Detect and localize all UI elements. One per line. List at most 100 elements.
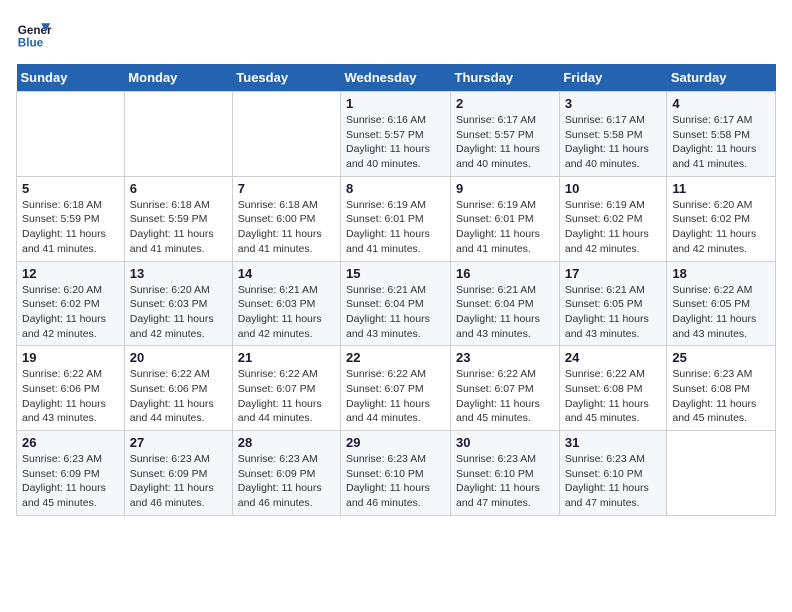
header-tuesday: Tuesday bbox=[232, 64, 340, 92]
day-number: 13 bbox=[130, 266, 227, 281]
day-info: Sunrise: 6:21 AM Sunset: 6:04 PM Dayligh… bbox=[346, 283, 445, 342]
day-number: 24 bbox=[565, 350, 662, 365]
day-info: Sunrise: 6:21 AM Sunset: 6:03 PM Dayligh… bbox=[238, 283, 335, 342]
day-number: 8 bbox=[346, 181, 445, 196]
calendar-cell: 27Sunrise: 6:23 AM Sunset: 6:09 PM Dayli… bbox=[124, 431, 232, 516]
calendar-cell bbox=[232, 92, 340, 177]
calendar-cell: 11 Sunrise: 6:20 AM Sunset: 6:02 PM Dayli… bbox=[667, 176, 776, 261]
calendar-cell: 14 Sunrise: 6:21 AM Sunset: 6:03 PM Dayli… bbox=[232, 261, 340, 346]
calendar-cell: 2 Sunrise: 6:17 AM Sunset: 5:57 PM Daylig… bbox=[451, 92, 560, 177]
day-number: 22 bbox=[346, 350, 445, 365]
day-number: 15 bbox=[346, 266, 445, 281]
day-info: Sunrise: 6:23 AM Sunset: 6:10 PM Dayligh… bbox=[565, 452, 662, 511]
day-info: Sunrise: 6:18 AM Sunset: 5:59 PM Dayligh… bbox=[22, 198, 119, 257]
day-number: 18 bbox=[672, 266, 770, 281]
day-number: 1 bbox=[346, 96, 445, 111]
week-row-4: 19 Sunrise: 6:22 AM Sunset: 6:06 PM Dayli… bbox=[17, 346, 776, 431]
day-number: 23 bbox=[456, 350, 554, 365]
day-number: 17 bbox=[565, 266, 662, 281]
header-wednesday: Wednesday bbox=[341, 64, 451, 92]
day-info: Sunrise: 6:17 AM Sunset: 5:58 PM Dayligh… bbox=[565, 113, 662, 172]
calendar-cell bbox=[124, 92, 232, 177]
day-number: 14 bbox=[238, 266, 335, 281]
header-saturday: Saturday bbox=[667, 64, 776, 92]
day-info: Sunrise: 6:22 AM Sunset: 6:06 PM Dayligh… bbox=[130, 367, 227, 426]
svg-text:Blue: Blue bbox=[18, 37, 44, 50]
calendar-header-row: SundayMondayTuesdayWednesdayThursdayFrid… bbox=[17, 64, 776, 92]
header-friday: Friday bbox=[559, 64, 667, 92]
day-number: 9 bbox=[456, 181, 554, 196]
day-info: Sunrise: 6:23 AM Sunset: 6:10 PM Dayligh… bbox=[346, 452, 445, 511]
day-info: Sunrise: 6:16 AM Sunset: 5:57 PM Dayligh… bbox=[346, 113, 445, 172]
day-number: 26 bbox=[22, 435, 119, 450]
day-info: Sunrise: 6:23 AM Sunset: 6:10 PM Dayligh… bbox=[456, 452, 554, 511]
calendar-cell: 3 Sunrise: 6:17 AM Sunset: 5:58 PM Daylig… bbox=[559, 92, 667, 177]
calendar-cell: 5Sunrise: 6:18 AM Sunset: 5:59 PM Daylig… bbox=[17, 176, 125, 261]
day-info: Sunrise: 6:22 AM Sunset: 6:08 PM Dayligh… bbox=[565, 367, 662, 426]
day-info: Sunrise: 6:17 AM Sunset: 5:58 PM Dayligh… bbox=[672, 113, 770, 172]
calendar-cell bbox=[17, 92, 125, 177]
day-number: 2 bbox=[456, 96, 554, 111]
calendar-cell: 17Sunrise: 6:21 AM Sunset: 6:05 PM Dayli… bbox=[559, 261, 667, 346]
calendar-cell: 25 Sunrise: 6:23 AM Sunset: 6:08 PM Dayli… bbox=[667, 346, 776, 431]
day-number: 31 bbox=[565, 435, 662, 450]
calendar-cell: 24 Sunrise: 6:22 AM Sunset: 6:08 PM Dayli… bbox=[559, 346, 667, 431]
logo-icon: General Blue bbox=[16, 16, 52, 52]
calendar-cell: 20 Sunrise: 6:22 AM Sunset: 6:06 PM Dayli… bbox=[124, 346, 232, 431]
calendar-cell: 31 Sunrise: 6:23 AM Sunset: 6:10 PM Dayli… bbox=[559, 431, 667, 516]
calendar-cell: 4 Sunrise: 6:17 AM Sunset: 5:58 PM Daylig… bbox=[667, 92, 776, 177]
day-info: Sunrise: 6:23 AM Sunset: 6:09 PM Dayligh… bbox=[22, 452, 119, 511]
calendar-cell: 18Sunrise: 6:22 AM Sunset: 6:05 PM Dayli… bbox=[667, 261, 776, 346]
calendar-cell: 7 Sunrise: 6:18 AM Sunset: 6:00 PM Daylig… bbox=[232, 176, 340, 261]
day-number: 21 bbox=[238, 350, 335, 365]
day-number: 19 bbox=[22, 350, 119, 365]
calendar-cell: 15 Sunrise: 6:21 AM Sunset: 6:04 PM Dayli… bbox=[341, 261, 451, 346]
day-info: Sunrise: 6:20 AM Sunset: 6:02 PM Dayligh… bbox=[672, 198, 770, 257]
day-number: 6 bbox=[130, 181, 227, 196]
calendar-cell: 28 Sunrise: 6:23 AM Sunset: 6:09 PM Dayli… bbox=[232, 431, 340, 516]
header-monday: Monday bbox=[124, 64, 232, 92]
calendar-cell: 29 Sunrise: 6:23 AM Sunset: 6:10 PM Dayli… bbox=[341, 431, 451, 516]
day-number: 25 bbox=[672, 350, 770, 365]
week-row-5: 26 Sunrise: 6:23 AM Sunset: 6:09 PM Dayli… bbox=[17, 431, 776, 516]
day-number: 16 bbox=[456, 266, 554, 281]
calendar-cell: 21 Sunrise: 6:22 AM Sunset: 6:07 PM Dayli… bbox=[232, 346, 340, 431]
day-number: 3 bbox=[565, 96, 662, 111]
header-sunday: Sunday bbox=[17, 64, 125, 92]
day-number: 20 bbox=[130, 350, 227, 365]
calendar-cell: 8 Sunrise: 6:19 AM Sunset: 6:01 PM Daylig… bbox=[341, 176, 451, 261]
calendar-cell: 26 Sunrise: 6:23 AM Sunset: 6:09 PM Dayli… bbox=[17, 431, 125, 516]
day-number: 30 bbox=[456, 435, 554, 450]
day-info: Sunrise: 6:22 AM Sunset: 6:07 PM Dayligh… bbox=[346, 367, 445, 426]
day-number: 4 bbox=[672, 96, 770, 111]
day-number: 27 bbox=[130, 435, 227, 450]
day-info: Sunrise: 6:23 AM Sunset: 6:09 PM Dayligh… bbox=[238, 452, 335, 511]
calendar-cell: 12 Sunrise: 6:20 AM Sunset: 6:02 PM Dayli… bbox=[17, 261, 125, 346]
day-info: Sunrise: 6:17 AM Sunset: 5:57 PM Dayligh… bbox=[456, 113, 554, 172]
calendar-cell bbox=[667, 431, 776, 516]
week-row-3: 12 Sunrise: 6:20 AM Sunset: 6:02 PM Dayli… bbox=[17, 261, 776, 346]
page-header: General Blue bbox=[16, 16, 776, 52]
calendar-cell: 16 Sunrise: 6:21 AM Sunset: 6:04 PM Dayli… bbox=[451, 261, 560, 346]
day-info: Sunrise: 6:20 AM Sunset: 6:03 PM Dayligh… bbox=[130, 283, 227, 342]
day-info: Sunrise: 6:19 AM Sunset: 6:01 PM Dayligh… bbox=[346, 198, 445, 257]
day-info: Sunrise: 6:20 AM Sunset: 6:02 PM Dayligh… bbox=[22, 283, 119, 342]
day-info: Sunrise: 6:18 AM Sunset: 5:59 PM Dayligh… bbox=[130, 198, 227, 257]
day-number: 7 bbox=[238, 181, 335, 196]
day-number: 12 bbox=[22, 266, 119, 281]
day-number: 29 bbox=[346, 435, 445, 450]
day-number: 11 bbox=[672, 181, 770, 196]
day-number: 10 bbox=[565, 181, 662, 196]
calendar-cell: 1 Sunrise: 6:16 AM Sunset: 5:57 PM Daylig… bbox=[341, 92, 451, 177]
day-number: 28 bbox=[238, 435, 335, 450]
day-info: Sunrise: 6:22 AM Sunset: 6:07 PM Dayligh… bbox=[238, 367, 335, 426]
day-info: Sunrise: 6:18 AM Sunset: 6:00 PM Dayligh… bbox=[238, 198, 335, 257]
day-info: Sunrise: 6:22 AM Sunset: 6:06 PM Dayligh… bbox=[22, 367, 119, 426]
logo: General Blue bbox=[16, 16, 52, 52]
calendar-cell: 10Sunrise: 6:19 AM Sunset: 6:02 PM Dayli… bbox=[559, 176, 667, 261]
day-info: Sunrise: 6:21 AM Sunset: 6:04 PM Dayligh… bbox=[456, 283, 554, 342]
day-info: Sunrise: 6:23 AM Sunset: 6:08 PM Dayligh… bbox=[672, 367, 770, 426]
week-row-1: 1 Sunrise: 6:16 AM Sunset: 5:57 PM Daylig… bbox=[17, 92, 776, 177]
day-info: Sunrise: 6:19 AM Sunset: 6:01 PM Dayligh… bbox=[456, 198, 554, 257]
week-row-2: 5Sunrise: 6:18 AM Sunset: 5:59 PM Daylig… bbox=[17, 176, 776, 261]
